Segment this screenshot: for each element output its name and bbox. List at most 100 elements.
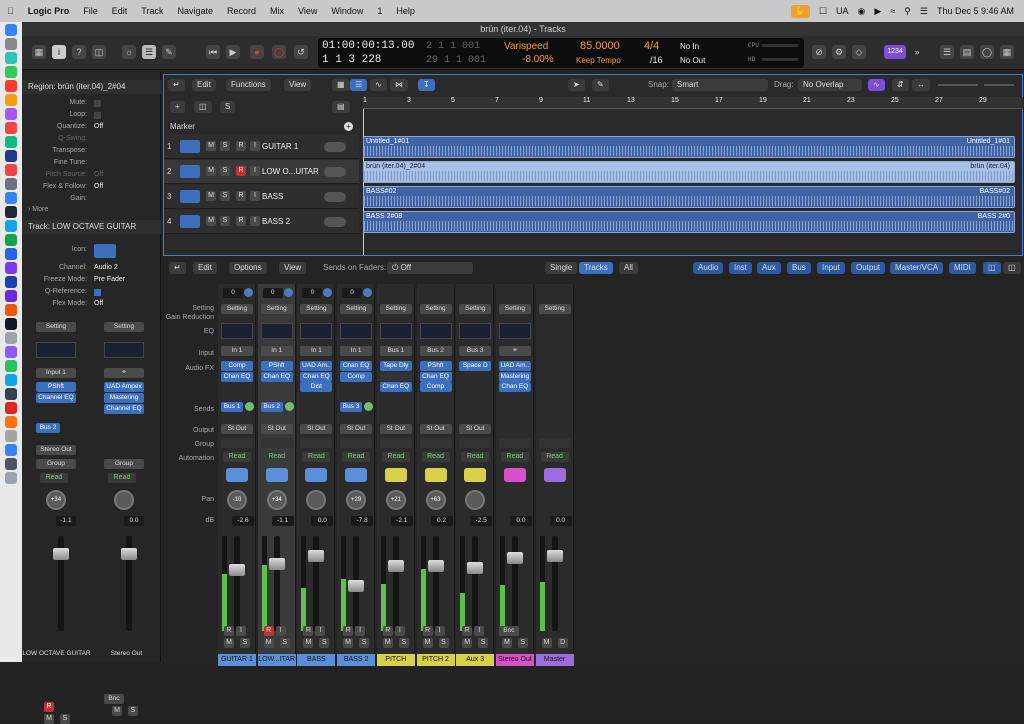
audio-fx-slot[interactable]: Chan EQ — [498, 382, 531, 392]
automation-mode[interactable]: Read — [302, 452, 331, 462]
messages-icon[interactable] — [5, 66, 17, 78]
track-on-toggle[interactable] — [324, 142, 346, 152]
output-slot[interactable]: St Out — [459, 424, 492, 434]
settings-icon[interactable] — [5, 178, 17, 190]
edit-menu[interactable]: Edit — [192, 79, 216, 91]
mute-button[interactable]: M — [462, 638, 473, 648]
channel-icon[interactable] — [384, 468, 407, 482]
safari-icon[interactable] — [5, 52, 17, 64]
loop-checkbox[interactable] — [94, 112, 101, 119]
pointer-tool-icon[interactable]: ➤ — [568, 79, 585, 91]
volume-readout[interactable]: -2.5 — [470, 516, 493, 526]
output-slot[interactable]: St Out — [300, 424, 333, 434]
audio-fx-slot[interactable]: Chan EQ — [340, 361, 373, 371]
mute-button[interactable]: M — [206, 191, 216, 201]
audio-fx-slot[interactable]: Mastering — [498, 371, 531, 382]
audio-fx-slot[interactable]: Chan EQ — [260, 371, 293, 382]
photoshop-icon[interactable] — [5, 276, 17, 288]
duplicate-track-icon[interactable]: ◫ — [194, 101, 212, 113]
channel-icon[interactable] — [424, 468, 447, 482]
catch-icon[interactable]: ↧ — [418, 79, 435, 91]
s-button[interactable]: S — [220, 101, 236, 113]
send-slot[interactable]: Bus 2 — [260, 402, 283, 412]
view-menu[interactable]: View — [279, 262, 307, 274]
gain-readout[interactable]: 0 — [342, 288, 363, 298]
track-icon[interactable] — [180, 190, 200, 203]
input-slot[interactable]: Bus 2 — [419, 346, 452, 356]
options-menu[interactable]: Options — [229, 262, 267, 274]
cycle-icon[interactable]: ↺ — [294, 45, 308, 59]
track-icon[interactable] — [180, 215, 200, 228]
view-all[interactable]: All — [619, 262, 638, 274]
setting-button[interactable]: Setting — [419, 304, 452, 314]
solo-button[interactable]: S — [438, 638, 449, 648]
eq-display[interactable] — [300, 323, 333, 339]
audio-fx-slot[interactable]: PShft — [419, 361, 452, 371]
output-slot[interactable]: St Out — [340, 424, 373, 434]
channel-icon[interactable] — [265, 468, 288, 482]
gain-knob[interactable] — [363, 288, 373, 297]
setting-button[interactable]: Setting — [221, 304, 253, 314]
track-on-toggle[interactable] — [324, 192, 346, 202]
pan-knob[interactable]: +29 — [346, 490, 367, 510]
solo-button[interactable]: S — [517, 638, 528, 648]
pitch-source-value[interactable]: Off — [94, 171, 103, 178]
more-disclosure[interactable]: › More — [28, 206, 48, 213]
drag-select[interactable]: No Overlap — [798, 79, 862, 91]
send-slot[interactable]: Bus 3 — [340, 402, 363, 412]
filter-bus[interactable]: Bus — [787, 262, 811, 274]
volume-fader[interactable] — [427, 560, 444, 572]
menu-app[interactable]: Logic Pro — [21, 6, 77, 16]
strip-name[interactable]: GUITAR 1 — [218, 654, 256, 666]
group-slot[interactable] — [459, 438, 492, 448]
list-editors-icon[interactable]: ☰ — [940, 45, 954, 59]
flex-mode-value[interactable]: Off — [94, 300, 103, 307]
audio-region[interactable]: BASS#02 BASS#02 — [363, 186, 1015, 208]
automation-mode[interactable]: Read — [461, 452, 490, 462]
wifi-icon[interactable]: ≈ — [890, 6, 895, 16]
pan-knob[interactable] — [114, 490, 134, 510]
mute-button[interactable]: M — [263, 638, 274, 648]
input-monitor-button[interactable]: I — [474, 626, 485, 636]
notepad-icon[interactable]: ▤ — [960, 45, 974, 59]
automation-mode[interactable]: Read — [342, 452, 371, 462]
mixer-icon[interactable]: ☰ — [142, 45, 156, 59]
eq-display[interactable] — [104, 342, 144, 358]
setting-button[interactable]: Setting — [36, 322, 76, 332]
volume-readout[interactable]: -2.1 — [390, 516, 413, 526]
menu-help[interactable]: Help — [389, 6, 422, 16]
input-monitor-button[interactable]: I — [434, 626, 445, 636]
audio-fx-slot[interactable]: Chan EQ — [419, 371, 452, 382]
app-icon[interactable] — [5, 192, 17, 204]
audio-fx-slot[interactable]: Comp — [221, 361, 253, 371]
group-slot[interactable] — [340, 438, 373, 448]
group-slot[interactable]: Group — [36, 459, 76, 469]
volume-fader[interactable] — [308, 550, 325, 562]
volume-fader[interactable] — [229, 564, 245, 576]
volume-readout[interactable]: 0.0 — [124, 516, 144, 526]
back-icon[interactable]: ↵ — [168, 79, 185, 91]
input-slot[interactable]: Bus 1 — [379, 346, 412, 356]
filter-midi[interactable]: MIDI — [949, 262, 976, 274]
send-slot[interactable]: Bus 2 — [36, 423, 60, 433]
strip-name[interactable]: Master — [535, 654, 574, 666]
app-icon[interactable] — [5, 332, 17, 344]
horizontal-zoom-icon[interactable]: ↔ — [912, 79, 930, 91]
audio-fx-slot[interactable]: Mastering — [104, 393, 144, 403]
track-header-row[interactable]: 3 M S R I BASS — [164, 185, 359, 209]
play-icon[interactable]: ▶ — [226, 45, 240, 59]
solo-button[interactable]: S — [220, 166, 230, 176]
view-single[interactable]: Single — [545, 262, 578, 274]
volume-readout[interactable]: 0.0 — [311, 516, 334, 526]
eq-display[interactable] — [498, 323, 531, 339]
app-icon[interactable] — [5, 402, 17, 414]
input-slot[interactable]: In 1 — [300, 346, 333, 356]
track-icon[interactable] — [180, 140, 200, 153]
pan-knob[interactable]: -10 — [227, 490, 247, 510]
eq-display[interactable] — [36, 342, 76, 358]
automation-mode[interactable]: Read — [540, 452, 569, 462]
menu-window[interactable]: Window — [324, 6, 370, 16]
automation-mode[interactable]: Read — [40, 473, 68, 483]
premiere-icon[interactable] — [5, 290, 17, 302]
mute-button[interactable]: M — [44, 714, 54, 724]
